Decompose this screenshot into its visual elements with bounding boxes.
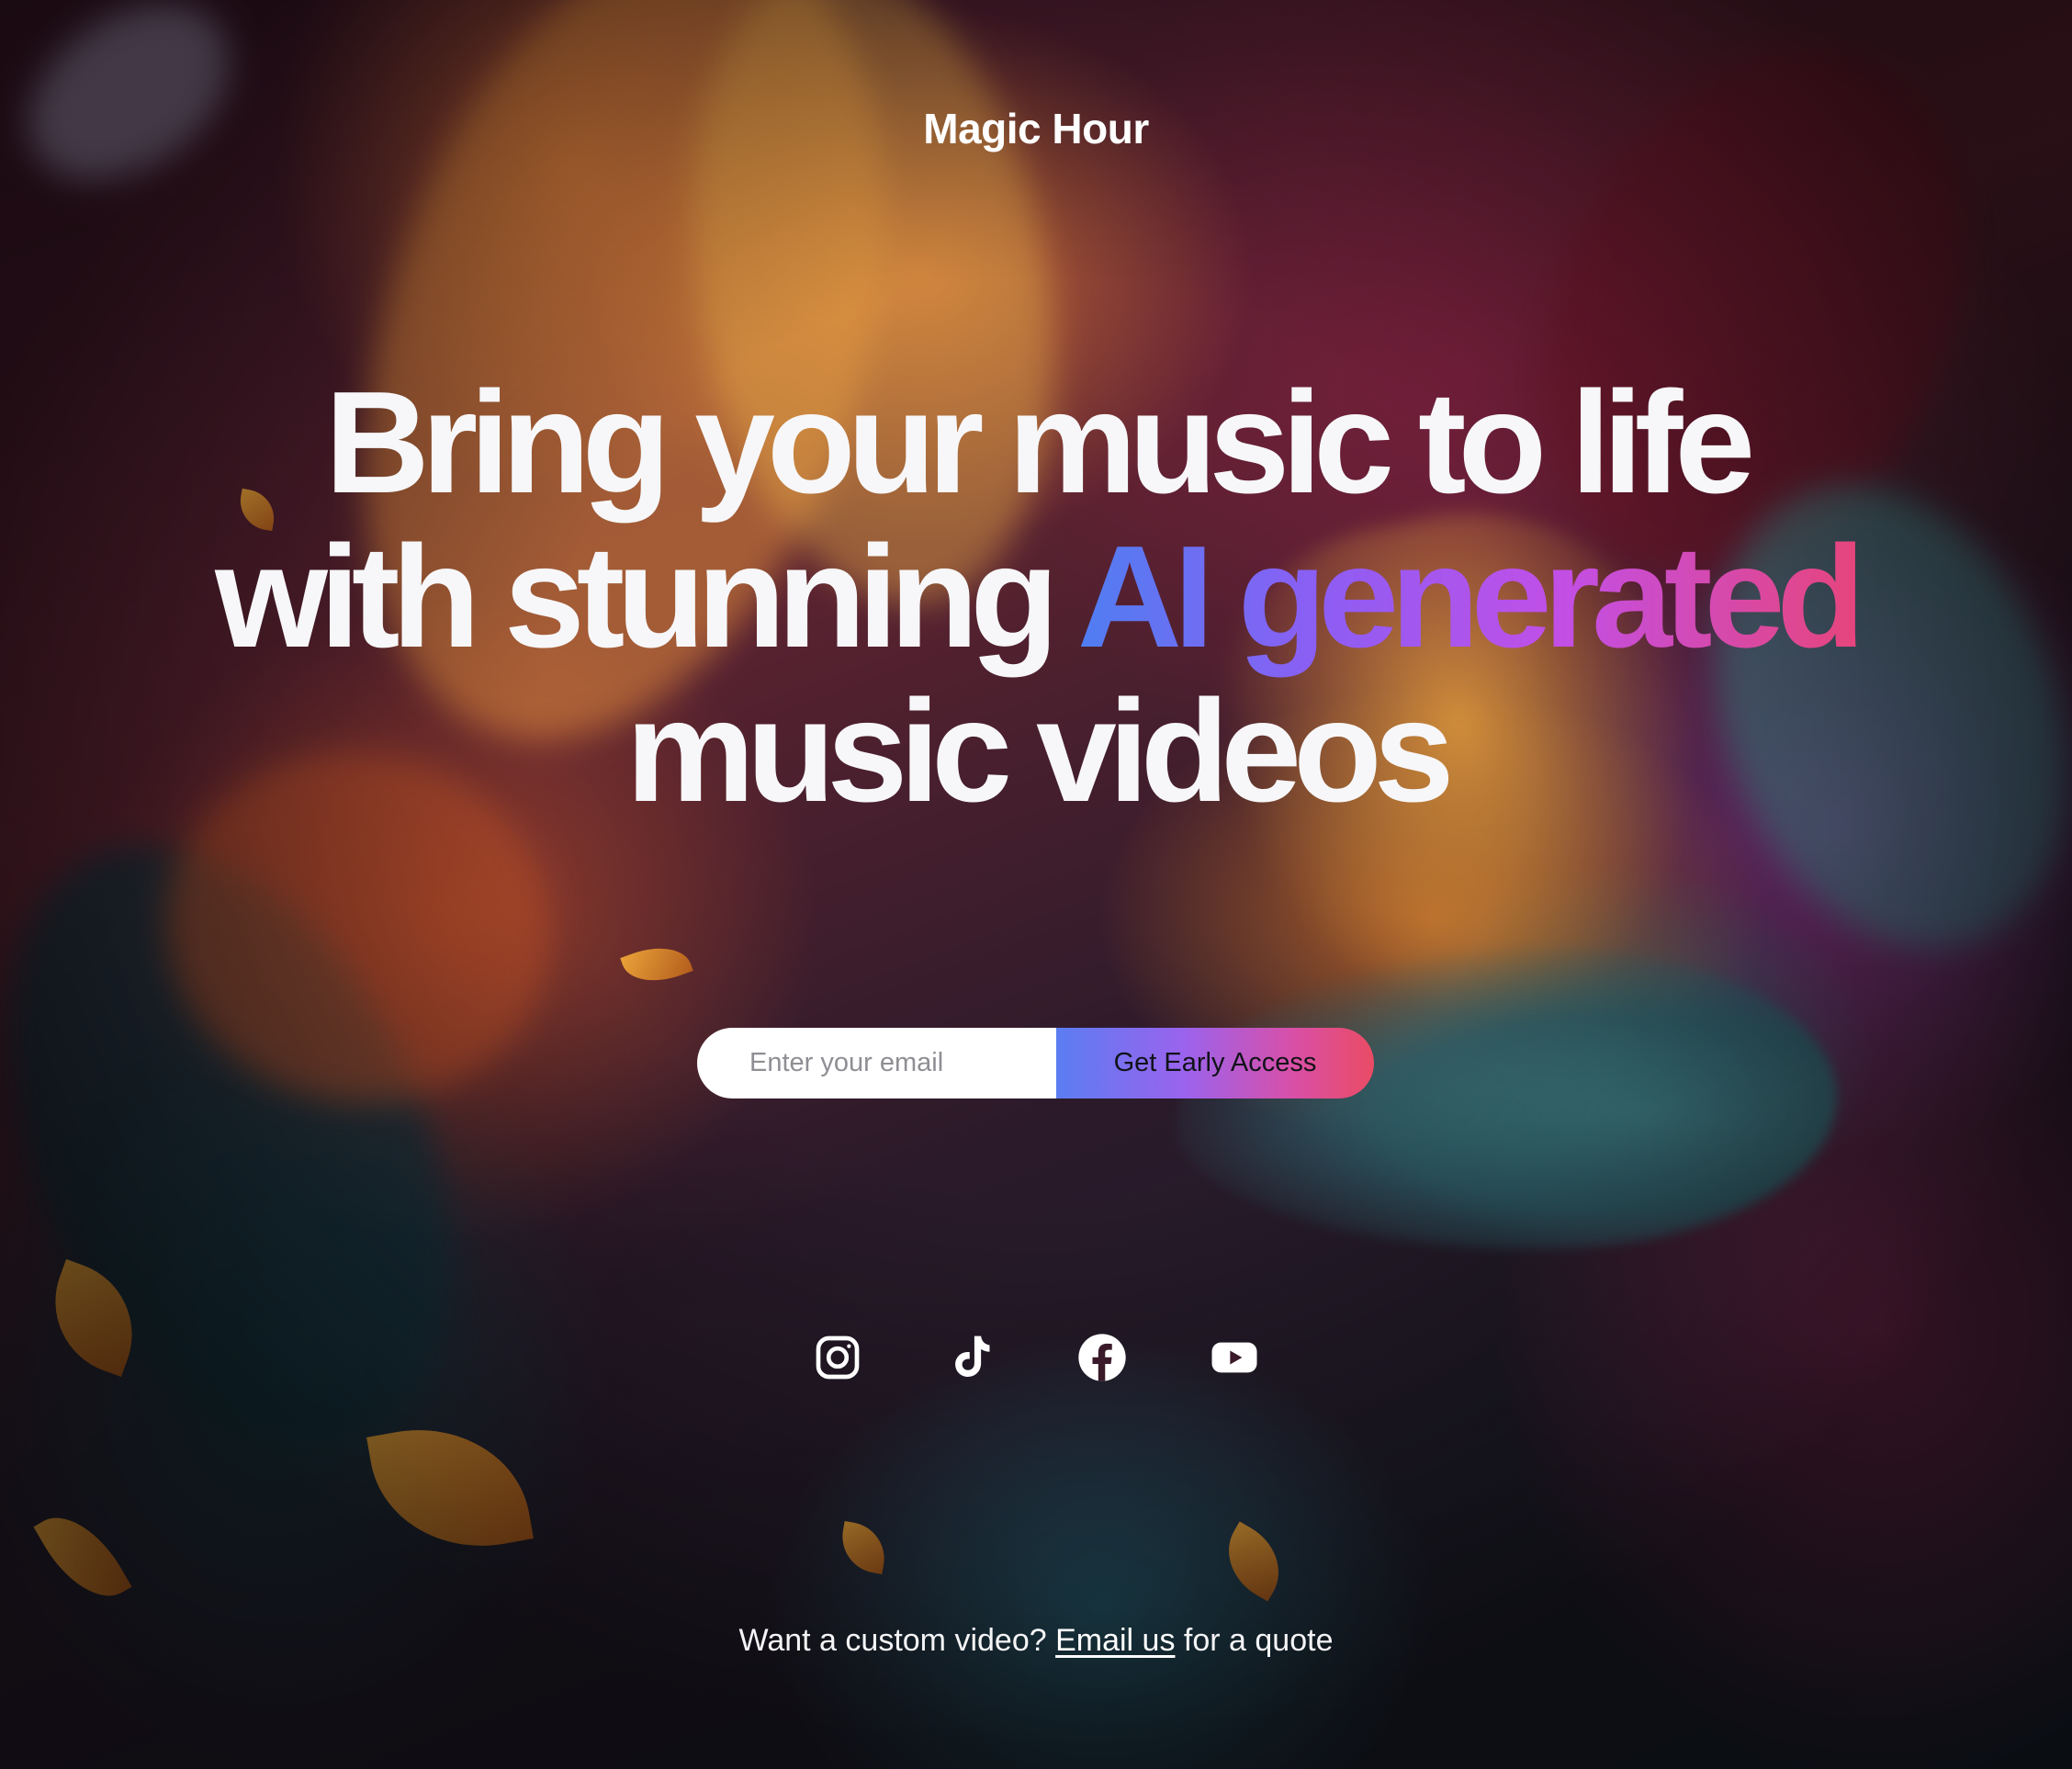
brand-logo-text[interactable]: Magic Hour (0, 104, 2072, 153)
footer-suffix: for a quote (1175, 1623, 1334, 1658)
tiktok-icon (944, 1332, 996, 1383)
headline-line-2: with stunning AI generated (0, 520, 2072, 674)
email-us-link[interactable]: Email us (1055, 1623, 1175, 1658)
instagram-link[interactable] (812, 1332, 863, 1383)
email-input[interactable] (697, 1028, 1056, 1099)
instagram-icon (812, 1332, 863, 1383)
headline-line-1: Bring your music to life (324, 362, 1756, 524)
footer-prefix: Want a custom video? (738, 1623, 1056, 1658)
early-access-form: Get Early Access (697, 1028, 1374, 1099)
headline-line-2-plain: with stunning (215, 516, 1077, 678)
headline-highlight: AI generated (1076, 516, 1865, 678)
headline-line-3: music videos (625, 670, 1454, 832)
tiktok-link[interactable] (944, 1332, 996, 1383)
youtube-icon (1209, 1332, 1260, 1383)
landing-page: Magic Hour Bring your music to life with… (0, 0, 2072, 1769)
hero-headline: Bring your music to life with stunning A… (0, 366, 2072, 828)
get-early-access-button[interactable]: Get Early Access (1056, 1028, 1374, 1099)
facebook-link[interactable] (1076, 1332, 1128, 1383)
youtube-link[interactable] (1209, 1332, 1260, 1383)
social-links (0, 1332, 2072, 1383)
facebook-icon (1076, 1332, 1128, 1383)
custom-video-note: Want a custom video? Email us for a quot… (0, 1623, 2072, 1659)
